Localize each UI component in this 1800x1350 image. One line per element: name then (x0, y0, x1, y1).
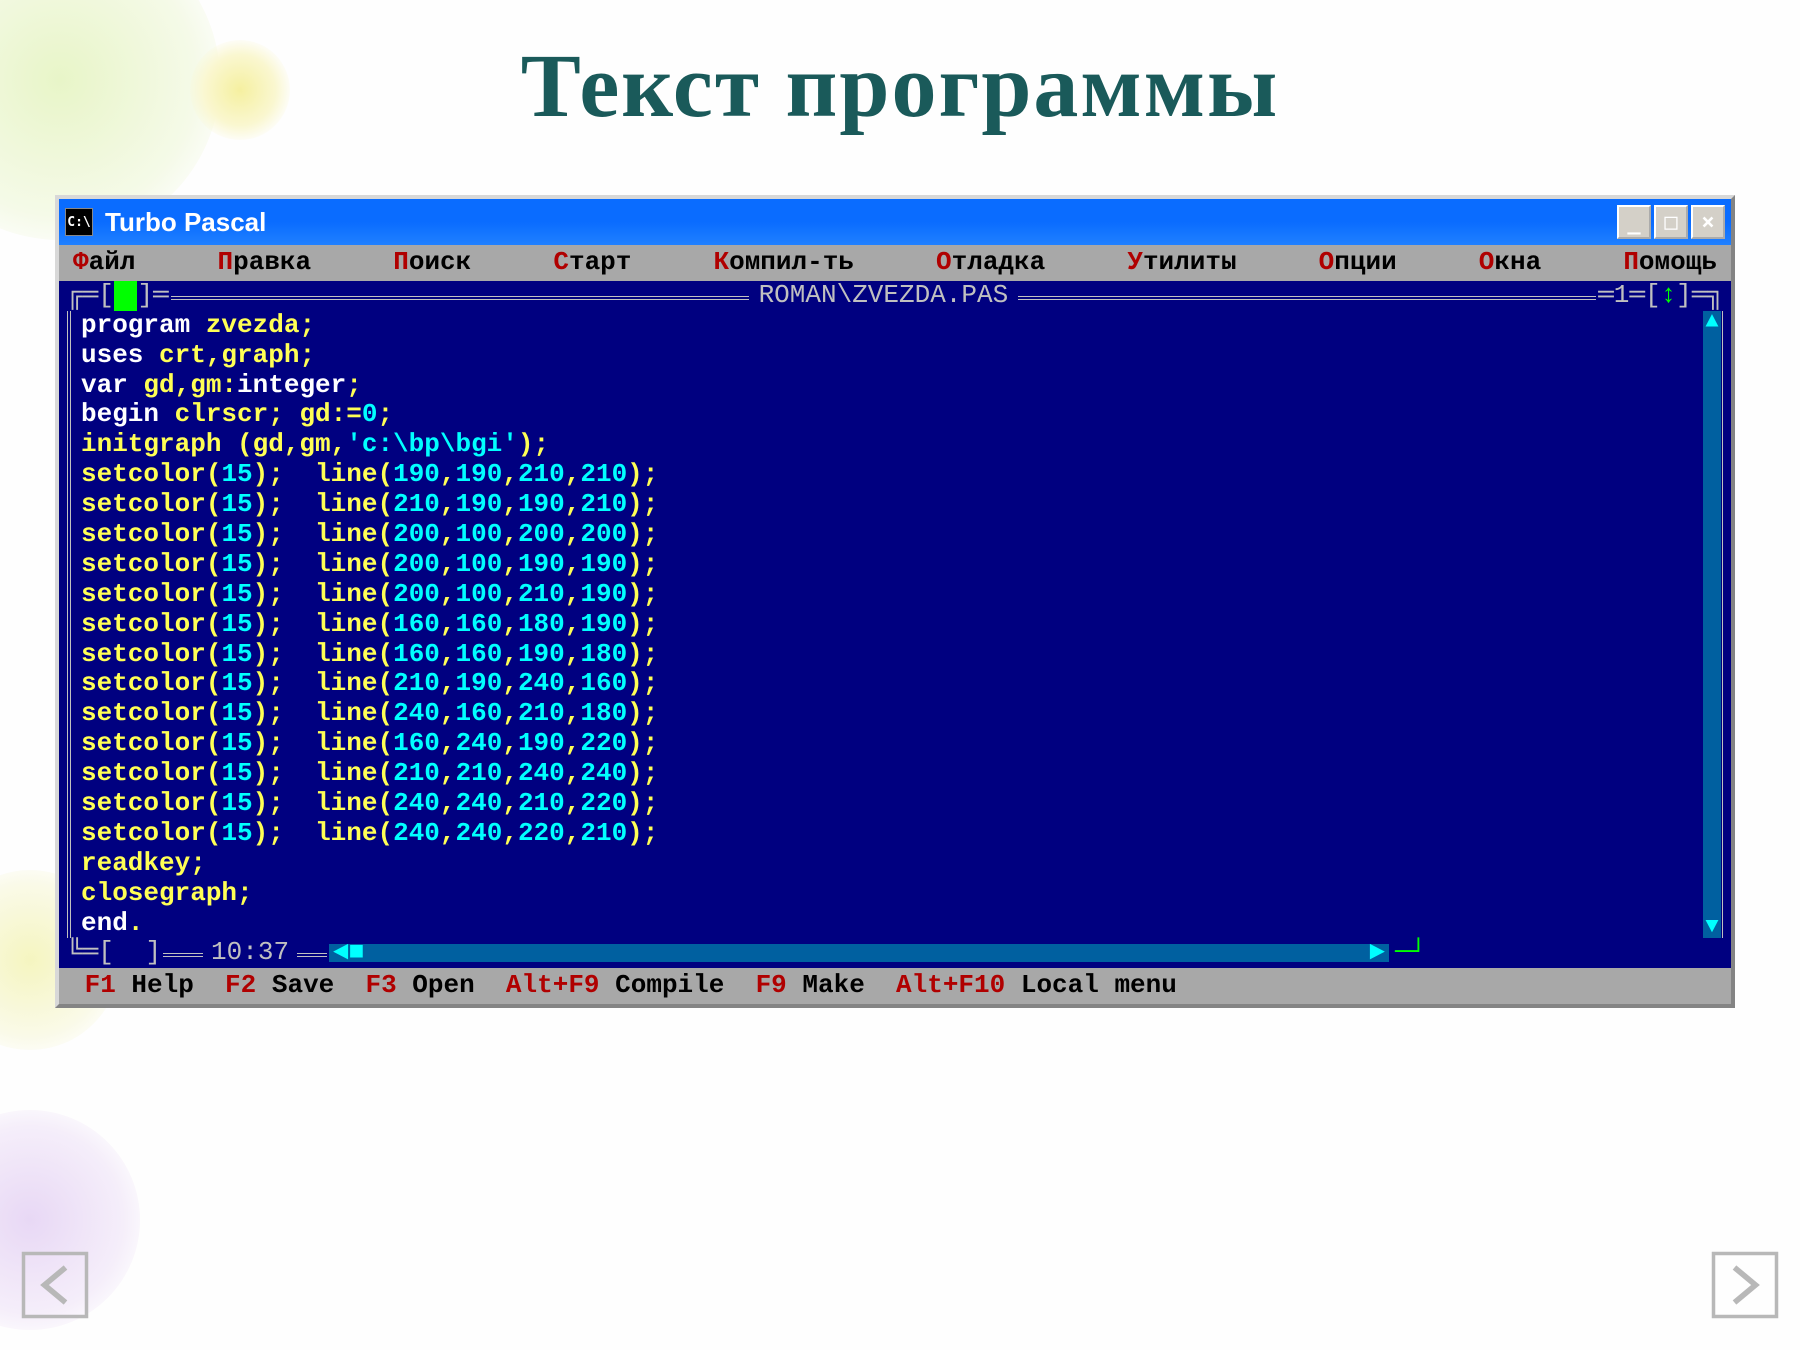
frame-right-segment: ═1═[ (1598, 281, 1660, 311)
frame-right-close: ]═ (1676, 281, 1707, 311)
menu-item[interactable]: Помощь (1619, 248, 1721, 278)
frame-marker-close: ] (145, 938, 161, 968)
scroll-up-icon[interactable]: ▲ (1705, 311, 1718, 333)
clock-label: 10:37 (205, 938, 295, 968)
editor-filename: ROMAN\ZVEZDA.PAS (751, 281, 1017, 311)
menu-item[interactable]: Старт (549, 248, 635, 278)
frame-marker-close: ]═ (137, 281, 168, 311)
frame-corner: ╚ (67, 938, 83, 968)
menu-item[interactable]: Опции (1315, 248, 1401, 278)
ide-surface: Файл Правка Поиск Старт Компил-ть Отладка Утил… (59, 245, 1731, 1004)
next-slide-button[interactable] (1710, 1250, 1780, 1320)
scroll-down-icon[interactable]: ▼ (1705, 916, 1718, 938)
prev-slide-button[interactable] (20, 1250, 90, 1320)
statusbar: F1 Help F2 Save F3 Open Alt+F9 Compile F… (59, 968, 1731, 1004)
vertical-scrollbar[interactable]: ▲ ▼ (1703, 311, 1721, 939)
frame-corner: ╗ (1707, 281, 1723, 311)
horizontal-scrollbar[interactable]: ◄■ ► (329, 944, 1389, 962)
frame-right: ▲ ▼ (1709, 311, 1723, 939)
frame-resize-marker[interactable]: ↕ (1661, 281, 1677, 311)
window-titlebar[interactable]: C:\ Turbo Pascal _ □ × (59, 199, 1731, 245)
menubar[interactable]: Файл Правка Поиск Старт Компил-ть Отладка Утил… (59, 245, 1731, 281)
scroll-right-icon[interactable]: ► (1369, 938, 1385, 968)
frame-corner: ╔ (67, 281, 83, 311)
menu-item[interactable]: Отладка (932, 248, 1049, 278)
frame-active-marker[interactable]: ■ (114, 281, 138, 311)
code-editor[interactable]: program zvezda; uses crt,graph; var gd,g… (81, 311, 1709, 939)
maximize-button[interactable]: □ (1654, 205, 1688, 239)
scroll-left-icon[interactable]: ◄■ (333, 938, 364, 968)
window-title: Turbo Pascal (105, 207, 1617, 238)
close-button[interactable]: × (1691, 205, 1725, 239)
menu-item[interactable]: Утилиты (1123, 248, 1240, 278)
menu-item[interactable]: Окна (1475, 248, 1545, 278)
resize-corner-icon[interactable]: ─┘ (1389, 938, 1426, 968)
menu-item[interactable]: Компил-ть (709, 248, 857, 278)
frame-marker-open: ═[ (83, 281, 114, 311)
editor-frame-bottom: ╚ ═[ █ ] 10:37 ◄■ ► ─┘ (59, 938, 1731, 968)
frame-left (67, 311, 81, 939)
minimize-button[interactable]: _ (1617, 205, 1651, 239)
editor-frame-top: ╔ ═[ ■ ]═ ROMAN\ZVEZDA.PAS ═1═[ ↕ ]═ ╗ (59, 281, 1731, 311)
turbo-pascal-window: C:\ Turbo Pascal _ □ × Файл Правка Поиск Ст… (55, 195, 1735, 1008)
app-icon: C:\ (65, 208, 93, 236)
frame-marker-open: ═[ (83, 938, 114, 968)
menu-item[interactable]: Файл (69, 248, 139, 278)
background-blob (190, 40, 290, 140)
menu-item[interactable]: Поиск (389, 248, 475, 278)
menu-item[interactable]: Правка (214, 248, 316, 278)
